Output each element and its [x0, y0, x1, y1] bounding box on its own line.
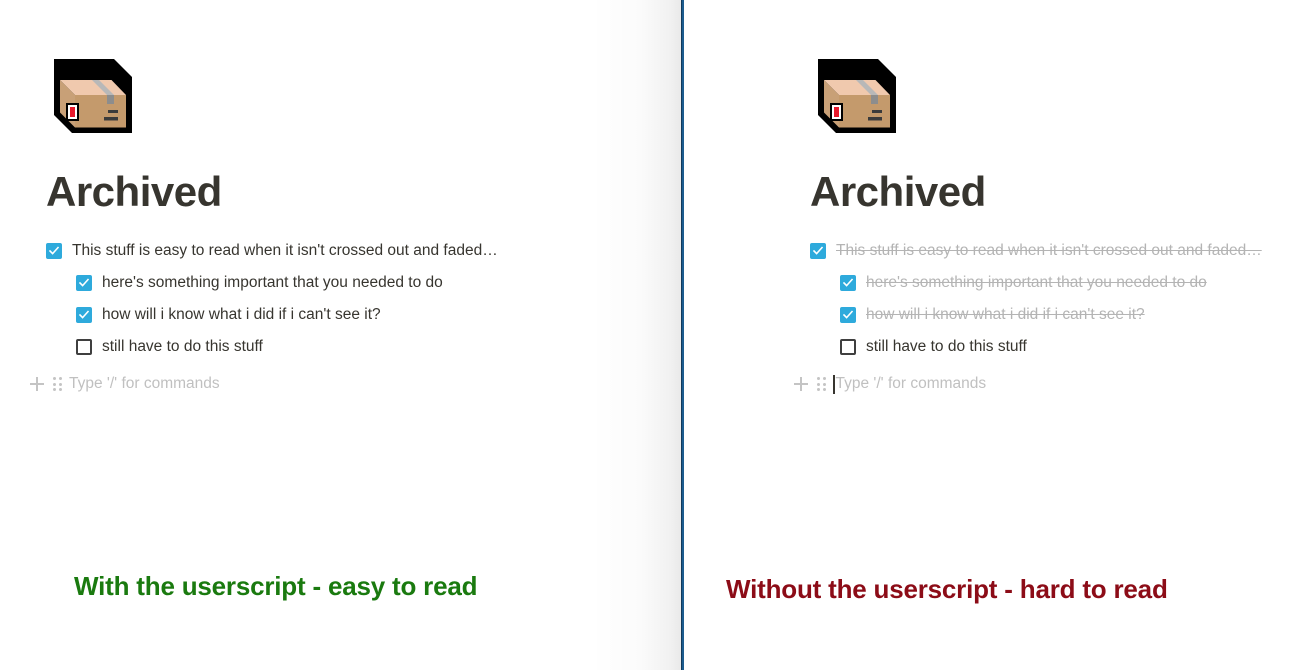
todo-label: here's something important that you need… — [866, 274, 1207, 291]
todo-item[interactable]: still have to do this stuff — [46, 335, 498, 367]
todo-label: still have to do this stuff — [866, 338, 1027, 355]
checkbox-checked-icon[interactable] — [76, 275, 92, 291]
divider-shadow — [591, 0, 681, 670]
todo-item[interactable]: This stuff is easy to read when it isn't… — [46, 239, 498, 271]
todo-list: This stuff is easy to read when it isn't… — [794, 239, 1262, 399]
drag-handle-icon[interactable] — [50, 375, 64, 393]
caption-without-userscript: Without the userscript - hard to read — [726, 574, 1168, 604]
checkbox-checked-icon[interactable] — [76, 307, 92, 323]
panel-divider — [681, 0, 684, 670]
todo-label: how will i know what i did if i can't se… — [102, 306, 381, 323]
caption-with-userscript: With the userscript - easy to read — [74, 571, 478, 601]
panel-with-userscript: Archived This stuff is easy to read when… — [0, 0, 681, 670]
todo-item[interactable]: This stuff is easy to read when it isn't… — [810, 239, 1262, 271]
checkbox-checked-icon[interactable] — [46, 243, 62, 259]
todo-item[interactable]: here's something important that you need… — [810, 271, 1262, 303]
todo-item[interactable]: how will i know what i did if i can't se… — [810, 303, 1262, 335]
todo-label: This stuff is easy to read when it isn't… — [836, 242, 1262, 259]
todo-item[interactable]: here's something important that you need… — [46, 271, 498, 303]
checkbox-checked-icon[interactable] — [840, 275, 856, 291]
notion-page-right: Archived This stuff is easy to read when… — [794, 0, 1262, 399]
new-block-row[interactable]: Type '/' for commands — [792, 369, 1262, 399]
plus-icon[interactable] — [28, 375, 46, 393]
page-title: Archived — [46, 168, 222, 215]
checkbox-checked-icon[interactable] — [810, 243, 826, 259]
block-placeholder: Type '/' for commands — [835, 375, 987, 392]
plus-icon[interactable] — [792, 375, 810, 393]
package-box-icon[interactable] — [46, 47, 140, 141]
text-caret — [833, 374, 835, 394]
todo-label: still have to do this stuff — [102, 338, 263, 355]
package-box-icon[interactable] — [810, 47, 904, 141]
checkbox-checked-icon[interactable] — [840, 307, 856, 323]
block-placeholder: Type '/' for commands — [69, 375, 220, 392]
new-block-row[interactable]: Type '/' for commands — [28, 369, 498, 399]
notion-page-left: Archived This stuff is easy to read when… — [30, 0, 498, 399]
todo-label: how will i know what i did if i can't se… — [866, 306, 1145, 323]
panel-without-userscript: Archived This stuff is easy to read when… — [681, 0, 1299, 670]
todo-label: This stuff is easy to read when it isn't… — [72, 242, 498, 259]
todo-item[interactable]: how will i know what i did if i can't se… — [46, 303, 498, 335]
todo-list: This stuff is easy to read when it isn't… — [30, 239, 498, 399]
drag-handle-icon[interactable] — [814, 375, 828, 393]
todo-label: here's something important that you need… — [102, 274, 443, 291]
todo-item[interactable]: still have to do this stuff — [810, 335, 1262, 367]
userscript-comparison: Archived This stuff is easy to read when… — [0, 0, 1299, 670]
page-title: Archived — [810, 168, 986, 215]
checkbox-unchecked-icon[interactable] — [76, 339, 92, 355]
checkbox-unchecked-icon[interactable] — [840, 339, 856, 355]
